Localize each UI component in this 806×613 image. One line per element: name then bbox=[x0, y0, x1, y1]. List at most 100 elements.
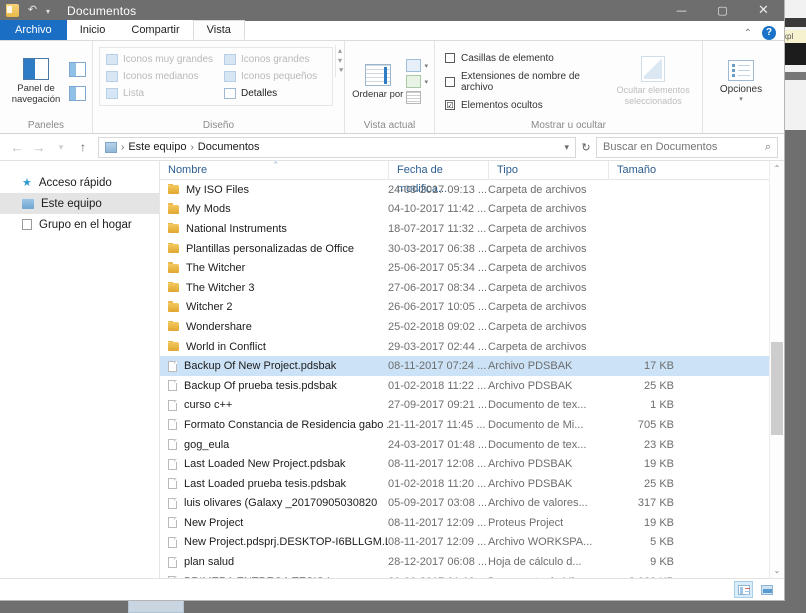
table-row[interactable]: gog_eula 24-03-2017 01:48 ... Documento de… bbox=[160, 435, 784, 455]
close-button[interactable]: ✕ bbox=[743, 0, 784, 21]
table-row[interactable]: curso c++ 27-09-2017 09:21 ... Documento d… bbox=[160, 396, 784, 416]
forward-button[interactable]: → bbox=[28, 136, 50, 158]
back-button[interactable]: ← bbox=[6, 136, 28, 158]
hide-selected-items-button[interactable]: Ocultar elementos seleccionados bbox=[610, 56, 696, 107]
layout-iconos-grandes[interactable]: Iconos grandes bbox=[220, 51, 330, 68]
table-row[interactable]: Wondershare 25-02-2018 09:02 ... Carpeta d… bbox=[160, 317, 784, 337]
column-header-tipo[interactable]: Tipo bbox=[488, 160, 608, 180]
navigation-pane-button[interactable]: Panel de navegación bbox=[6, 58, 66, 105]
scrollbar-track[interactable] bbox=[770, 176, 784, 563]
minimize-button[interactable]: — bbox=[661, 0, 702, 21]
table-row[interactable]: Witcher 2 26-06-2017 10:05 ... Carpeta de … bbox=[160, 298, 784, 318]
table-row[interactable]: PRIMERA ENTREGA TESIS I 20-06-2017 01:19 … bbox=[160, 572, 784, 578]
details-view-button[interactable] bbox=[734, 581, 753, 598]
column-header-nombre[interactable]: Nombre ⌃ bbox=[160, 160, 388, 180]
help-icon[interactable]: ? bbox=[762, 26, 776, 40]
refresh-button[interactable]: ↻ bbox=[576, 137, 596, 158]
table-row[interactable]: Plantillas personalizadas de Office 30-03… bbox=[160, 239, 784, 259]
layout-iconos-muy-grandes[interactable]: Iconos muy grandes bbox=[102, 51, 220, 68]
search-input[interactable] bbox=[603, 141, 765, 153]
ribbon-group-opciones: Opciones ▾ bbox=[702, 41, 782, 133]
column-header-fecha[interactable]: Fecha de modifica... bbox=[388, 160, 488, 195]
table-row[interactable]: New Project.pdsprj.DESKTOP-I6BLLGM.L.. 08… bbox=[160, 533, 784, 553]
search-box[interactable]: ⌕ bbox=[596, 136, 778, 158]
breadcrumb-item-este-equipo[interactable]: Este equipo bbox=[128, 141, 186, 153]
add-columns-row[interactable]: ▾ bbox=[406, 59, 428, 72]
column-header-tamano[interactable]: Tamaño bbox=[608, 160, 680, 180]
up-button[interactable]: ↑ bbox=[72, 136, 94, 158]
file-name-label: My Mods bbox=[186, 203, 231, 216]
tab-compartir[interactable]: Compartir bbox=[118, 20, 193, 40]
table-row[interactable]: National Instruments 18-07-2017 11:32 ...… bbox=[160, 219, 784, 239]
file-rows: My ISO Files 24-03-2017 09:13 ... Carpeta … bbox=[160, 180, 784, 578]
layout-lista[interactable]: Lista bbox=[102, 85, 220, 102]
checkbox-label: Elementos ocultos bbox=[461, 99, 543, 111]
table-row[interactable]: Last Loaded prueba tesis.pdsbak 01-02-201… bbox=[160, 474, 784, 494]
hide-items-icon bbox=[641, 56, 666, 82]
caret-icon[interactable]: ▾ bbox=[424, 78, 428, 86]
caret-icon[interactable]: ▾ bbox=[424, 62, 428, 70]
sidebar-item-este-equipo[interactable]: Este equipo bbox=[0, 193, 159, 214]
table-row[interactable]: The Witcher 3 27-06-2017 08:34 ... Carpeta… bbox=[160, 278, 784, 298]
table-row[interactable]: Formato Constancia de Residencia gabo ..… bbox=[160, 415, 784, 435]
breadcrumb[interactable]: › Este equipo › Documentos ▾ bbox=[98, 136, 576, 158]
background-window-tab[interactable]: xpl bbox=[781, 30, 806, 43]
tab-archivo[interactable]: Archivo bbox=[0, 20, 67, 40]
file-icon bbox=[168, 497, 177, 509]
scroll-up-arrow-icon[interactable]: ⌃ bbox=[770, 161, 784, 176]
ribbon-group-paneles: Panel de navegación Paneles bbox=[0, 41, 92, 133]
options-caret-icon[interactable]: ▾ bbox=[739, 95, 743, 103]
file-name-cell: Backup Of prueba tesis.pdsbak bbox=[160, 380, 388, 392]
checkbox-elementos-ocultos[interactable]: ☑ Elementos ocultos bbox=[445, 100, 610, 111]
file-list-pane: Nombre ⌃ Fecha de modifica... Tipo Tamañ… bbox=[160, 160, 784, 578]
table-row[interactable]: plan salud 28-12-2017 06:08 ... Hoja de cá… bbox=[160, 552, 784, 572]
size-columns-row[interactable]: ▾ bbox=[406, 75, 428, 88]
details-pane-icon[interactable] bbox=[69, 86, 86, 101]
sort-by-button[interactable]: Ordenar por bbox=[351, 63, 404, 100]
taskbar-thumbnail-stub[interactable] bbox=[128, 600, 184, 613]
opciones-group-label bbox=[703, 118, 782, 133]
layout-detalles[interactable]: Detalles bbox=[220, 85, 330, 102]
checkbox-extensiones-de-nombre-de-archivo[interactable]: Extensiones de nombre de archivo bbox=[445, 71, 610, 93]
undo-icon[interactable]: ↶ bbox=[26, 4, 39, 17]
layout-iconos-medianos[interactable]: Iconos medianos bbox=[102, 68, 220, 85]
table-row[interactable]: My ISO Files 24-03-2017 09:13 ... Carpeta … bbox=[160, 180, 784, 200]
layout-iconos-pequenos[interactable]: Iconos pequeños bbox=[220, 68, 330, 85]
table-row[interactable]: My Mods 04-10-2017 11:42 ... Carpeta de ar… bbox=[160, 200, 784, 220]
table-row[interactable]: Backup Of prueba tesis.pdsbak 01-02-2018 … bbox=[160, 376, 784, 396]
layout-label: Detalles bbox=[241, 88, 278, 99]
folder-icon[interactable] bbox=[6, 4, 19, 17]
table-row[interactable]: World in Conflict 29-03-2017 02:44 ... Car… bbox=[160, 337, 784, 357]
file-date-cell: 08-11-2017 07:24 ... bbox=[388, 360, 487, 373]
vertical-scrollbar[interactable]: ⌃ ⌄ bbox=[769, 161, 784, 578]
scroll-down-arrow-icon[interactable]: ⌄ bbox=[770, 563, 784, 578]
tab-inicio[interactable]: Inicio bbox=[66, 20, 119, 40]
search-icon[interactable]: ⌕ bbox=[765, 141, 771, 154]
breadcrumb-dropdown-icon[interactable]: ▾ bbox=[564, 142, 569, 153]
file-name-cell: curso c++ bbox=[160, 399, 388, 411]
checkbox-casillas-de-elemento[interactable]: Casillas de elemento bbox=[445, 53, 610, 64]
fit-columns-row[interactable] bbox=[406, 91, 428, 104]
table-row[interactable]: Backup Of New Project.pdsbak 08-11-2017 0… bbox=[160, 356, 784, 376]
scrollbar-thumb[interactable] bbox=[771, 342, 783, 436]
file-date-cell: 24-03-2017 01:48 ... bbox=[388, 438, 488, 451]
breadcrumb-separator: › bbox=[121, 141, 125, 153]
breadcrumb-item-documentos[interactable]: Documentos bbox=[198, 141, 260, 153]
options-button[interactable]: Opciones ▾ bbox=[709, 60, 773, 103]
table-row[interactable]: luis olivares (Galaxy _20170905030820 05-… bbox=[160, 494, 784, 514]
chevron-down-icon[interactable]: ▾ bbox=[46, 4, 59, 17]
table-row[interactable]: Last Loaded New Project.pdsbak 08-11-2017… bbox=[160, 454, 784, 474]
file-type-cell: Carpeta de archivos bbox=[488, 340, 587, 353]
sidebar-item-acceso-rapido[interactable]: ★ Acceso rápido bbox=[0, 172, 159, 193]
preview-pane-icon[interactable] bbox=[69, 62, 86, 77]
background-window-bar bbox=[781, 72, 806, 80]
recent-locations-button[interactable]: ▾ bbox=[50, 136, 72, 158]
table-row[interactable]: The Witcher 25-06-2017 05:34 ... Carpeta d… bbox=[160, 258, 784, 278]
tab-vista[interactable]: Vista bbox=[192, 20, 245, 40]
size-columns-icon bbox=[406, 75, 422, 88]
maximize-button[interactable]: ▢ bbox=[702, 0, 743, 21]
thumbnail-view-button[interactable] bbox=[757, 581, 776, 598]
sidebar-item-grupo-en-el-hogar[interactable]: Grupo en el hogar bbox=[0, 214, 159, 235]
chevron-up-icon[interactable]: ⌃ bbox=[744, 28, 752, 39]
table-row[interactable]: New Project 08-11-2017 12:09 ... Proteus P… bbox=[160, 513, 784, 533]
